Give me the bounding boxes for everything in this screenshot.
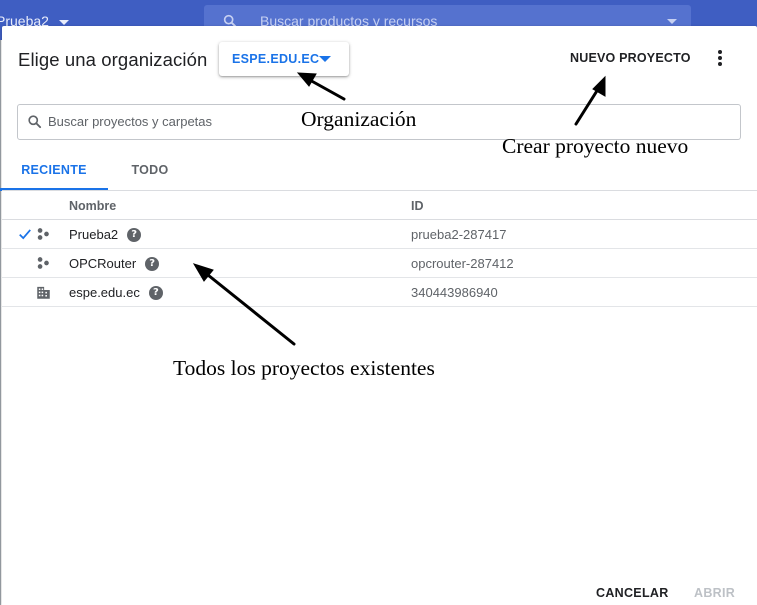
row-name-text: OPCRouter <box>69 256 137 271</box>
tab-all[interactable]: TODO <box>110 154 190 188</box>
organization-select[interactable]: ESPE.EDU.EC <box>219 42 349 76</box>
caret-down-icon <box>58 19 69 25</box>
new-project-button[interactable]: NUEVO PROYECTO <box>562 49 699 67</box>
more-vert-icon[interactable] <box>710 48 730 68</box>
column-header-id: ID <box>411 199 424 213</box>
tab-bar: RECIENTE TODO <box>0 154 757 191</box>
background-edge <box>0 40 1 605</box>
help-icon[interactable]: ? <box>127 227 142 242</box>
check-icon <box>18 227 32 246</box>
building-icon <box>36 285 51 305</box>
row-name-text: espe.edu.ec <box>69 285 140 300</box>
table-header: Nombre ID <box>2 191 757 220</box>
annotation-all-projects: Todos los proyectos existentes <box>173 356 435 380</box>
annotation-organization: Organización <box>301 107 417 131</box>
project-icon <box>36 227 50 246</box>
help-icon[interactable]: ? <box>145 256 160 271</box>
annotation-new-project: Crear proyecto nuevo <box>502 134 689 158</box>
caret-down-icon <box>667 19 677 24</box>
row-name: espe.edu.ec ? <box>69 285 163 300</box>
row-id: opcrouter-287412 <box>411 256 514 271</box>
row-name: OPCRouter ? <box>69 256 160 271</box>
column-header-name: Nombre <box>69 199 117 213</box>
dialog-title: Elige una organización <box>18 49 208 70</box>
row-name: Prueba2 ? <box>69 227 142 242</box>
table-row[interactable]: OPCRouter ? opcrouter-287412 <box>2 249 757 278</box>
open-button[interactable]: ABRIR <box>694 586 735 600</box>
tab-recent[interactable]: RECIENTE <box>0 154 108 191</box>
project-icon <box>36 256 50 275</box>
row-name-text: Prueba2 <box>69 227 119 242</box>
caret-down-icon <box>319 56 331 62</box>
cancel-button[interactable]: CANCELAR <box>596 586 669 600</box>
row-id: 340443986940 <box>411 285 498 300</box>
table-row[interactable]: espe.edu.ec ? 340443986940 <box>2 278 757 307</box>
help-icon[interactable]: ? <box>148 285 163 300</box>
search-icon <box>27 114 42 134</box>
row-id: prueba2-287417 <box>411 227 507 242</box>
table-row[interactable]: Prueba2 ? prueba2-287417 <box>2 220 757 249</box>
organization-select-value: ESPE.EDU.EC <box>232 52 320 66</box>
